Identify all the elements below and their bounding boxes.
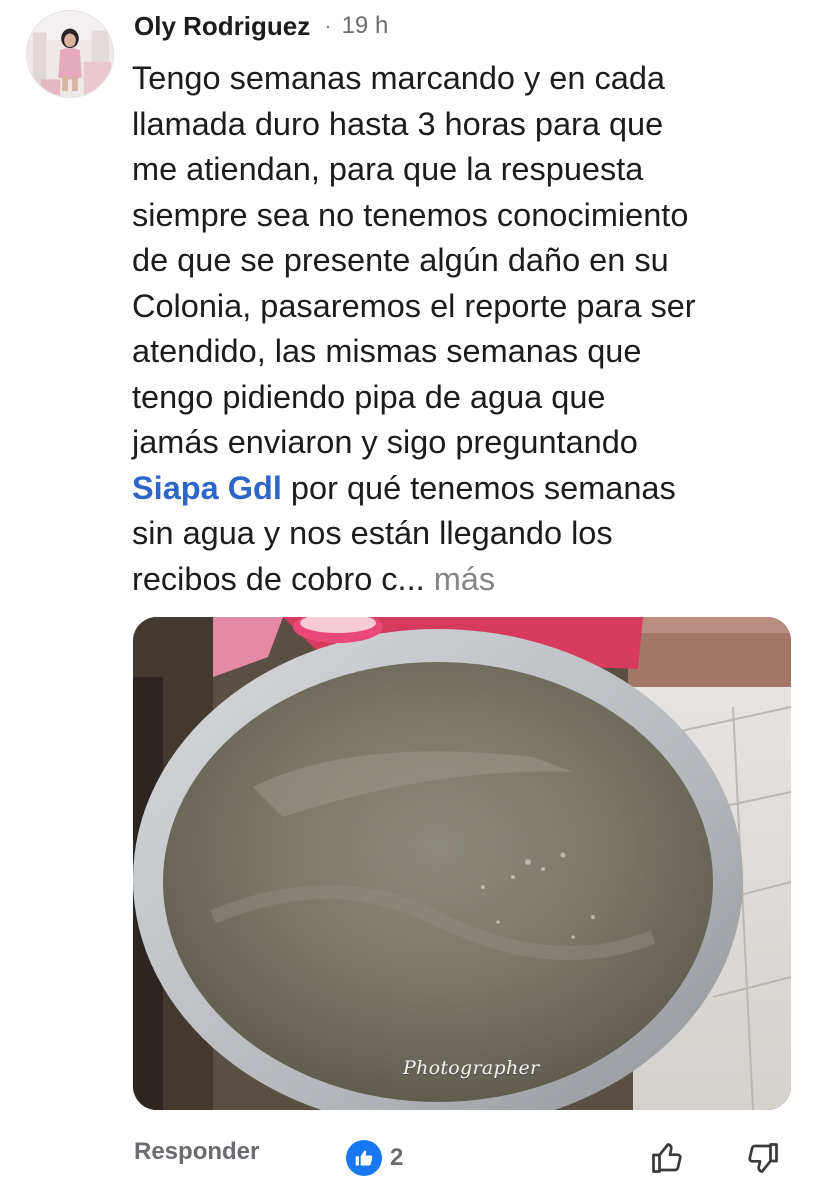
comment-line: llamada duro hasta 3 horas para que <box>132 105 664 142</box>
comment-line: siempre sea no tenemos conocimiento <box>132 196 689 233</box>
like-icon <box>346 1140 382 1176</box>
comment-line: atendido, las mismas semanas que <box>132 333 642 369</box>
upvote-button[interactable] <box>645 1136 689 1180</box>
reaction-count: 2 <box>390 1144 404 1171</box>
comment-actions: Responder 2 <box>0 1130 817 1180</box>
comment-line: sin agua y nos están llegando los <box>132 515 613 551</box>
comment-photo[interactable]: Photographer <box>133 617 791 1110</box>
comment-line: de que se presente algún daño en su <box>132 242 669 278</box>
bucket-photo <box>133 617 791 1110</box>
author-name[interactable]: Oly Rodriguez <box>134 11 310 42</box>
comment-header: Oly Rodriguez · 19 h <box>134 6 388 46</box>
thumbs-down-icon <box>748 1143 778 1173</box>
comment-line: Colonia, pasaremos el reporte para ser <box>132 287 696 324</box>
comment-fragment: recibos de cobro c... <box>132 560 425 597</box>
avatar[interactable] <box>26 10 114 98</box>
reply-button[interactable]: Responder <box>134 1138 259 1166</box>
comment-line: Tengo semanas marcando y en cada <box>132 60 665 96</box>
reaction-summary[interactable]: 2 <box>346 1140 403 1176</box>
see-more-link[interactable]: más <box>434 561 495 597</box>
mention-link[interactable]: Siapa Gdl <box>132 470 282 506</box>
comment-text: Tengo semanas marcando y en cada llamada… <box>132 56 802 602</box>
timestamp[interactable]: 19 h <box>342 12 389 40</box>
comment-line: Siapa Gdl por qué tenemos semanas <box>132 466 802 512</box>
comment-line: tengo pidiendo pipa de agua que <box>132 378 606 415</box>
comment-fragment: por qué tenemos semanas <box>281 469 676 506</box>
comment-line: recibos de cobro c... más <box>132 557 802 603</box>
thumbs-up-icon <box>652 1143 682 1173</box>
header-separator: · <box>324 13 332 38</box>
downvote-button[interactable] <box>741 1136 785 1180</box>
photo-watermark: Photographer <box>403 1057 540 1079</box>
avatar-photo <box>27 11 113 97</box>
comment-line: jamás enviaron y sigo preguntando <box>132 424 638 460</box>
comment-line: me atiendan, para que la respuesta <box>132 151 644 187</box>
